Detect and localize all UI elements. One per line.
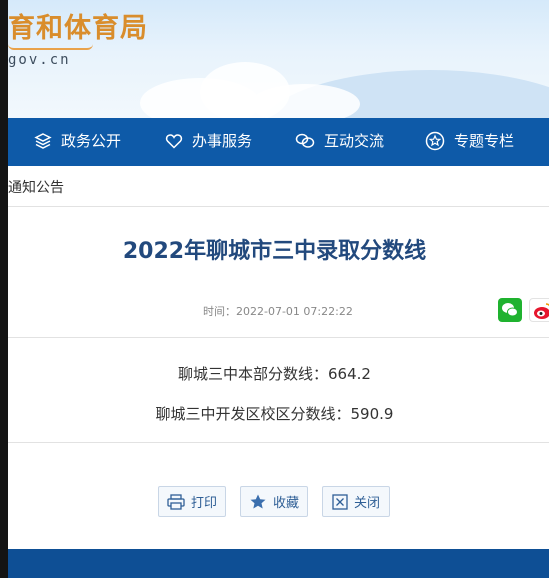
site-title[interactable]: 育和体育局 [8, 6, 148, 45]
nav-item-gov-info[interactable]: 政务公开 [34, 130, 121, 151]
weibo-icon[interactable] [529, 298, 549, 322]
score-line-dev-zone-campus: 聊城三中开发区校区分数线：590.9 [155, 405, 394, 423]
nav-label: 专题专栏 [454, 132, 515, 150]
chat-icon [295, 133, 315, 148]
favorite-label: 收藏 [272, 496, 299, 511]
divider [8, 206, 549, 207]
site-domain: gov.cn [8, 52, 71, 68]
divider [8, 337, 549, 338]
nav-label: 互动交流 [324, 132, 385, 150]
star-icon [425, 131, 445, 150]
divider [8, 442, 549, 443]
print-label: 打印 [190, 496, 217, 511]
nav-item-services[interactable]: 办事服务 [165, 130, 252, 151]
star-icon [250, 494, 266, 508]
site-header: 育和体育局 gov.cn [0, 0, 549, 118]
wechat-icon[interactable] [498, 298, 522, 322]
nav-label: 政务公开 [61, 132, 122, 150]
screen-edge [0, 0, 8, 578]
score-line-main-campus: 聊城三中本部分数线：664.2 [178, 365, 371, 383]
page-title: 2022年聊城市三中录取分数线 [122, 239, 427, 264]
print-button[interactable]: 打印 [158, 486, 226, 517]
logo-swoosh [8, 44, 93, 50]
close-button[interactable]: 关闭 [322, 486, 390, 517]
favorite-button[interactable]: 收藏 [240, 486, 308, 517]
site-footer [0, 549, 549, 578]
printer-icon [167, 493, 185, 510]
nav-item-interaction[interactable]: 互动交流 [295, 130, 384, 151]
nav-label: 办事服务 [192, 132, 253, 150]
close-label: 关闭 [353, 496, 380, 511]
close-icon [332, 493, 348, 510]
heart-icon [165, 133, 183, 149]
main-nav: 政务公开 办事服务 互动交流 专题专栏 [0, 118, 549, 166]
publish-time: 时间：2022-07-01 07:22:22 [203, 305, 353, 318]
layers-icon [34, 132, 52, 149]
nav-item-topics[interactable]: 专题专栏 [425, 130, 514, 151]
breadcrumb[interactable]: 通知公告 [8, 177, 64, 197]
